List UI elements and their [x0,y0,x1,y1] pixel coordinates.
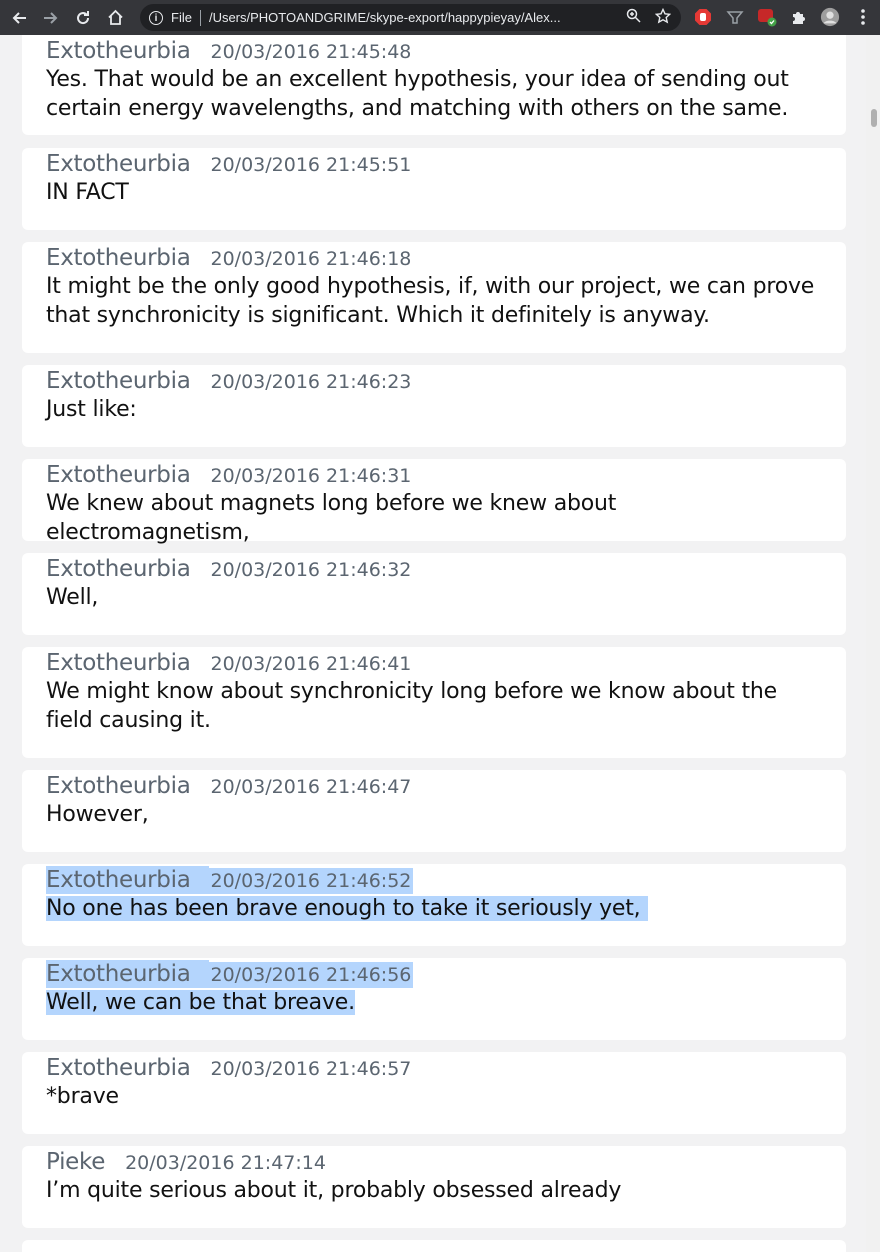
message-timestamp: 20/03/2016 21:46:31 [210,465,412,487]
message-author: Extotheurbia [46,1055,191,1081]
message-card: Extotheurbia 20/03/2016 21:45:48 Yes. Th… [22,35,846,135]
message-card: Extotheurbia 20/03/2016 21:46:31 We knew… [22,459,846,545]
message-author: Extotheurbia [46,650,191,676]
message-timestamp: 20/03/2016 21:46:47 [210,776,412,798]
message-card: Extotheurbia 20/03/2016 21:45:51 IN FACT [22,148,846,230]
message-card: Extotheurbia 20/03/2016 21:46:41 We migh… [22,647,846,758]
message-timestamp: 20/03/2016 21:47:14 [125,1152,326,1174]
address-divider [199,9,201,26]
message-card-selected: Extotheurbia 20/03/2016 21:46:56 Well, w… [22,958,846,1040]
page-scrollbar[interactable] [866,35,880,1252]
message-author: Extotheurbia [46,245,191,271]
message-timestamp: 20/03/2016 21:46:23 [210,371,412,393]
back-arrow-icon[interactable] [6,5,32,31]
message-card [22,1240,846,1252]
message-author: Extotheurbia [46,368,191,394]
message-text: I’m quite serious about it, probably obs… [46,1178,622,1203]
address-bar[interactable]: i File /Users/PHOTOANDGRIME/skype-export… [140,4,681,31]
message-timestamp: 20/03/2016 21:46:57 [210,1058,412,1080]
message-timestamp: 20/03/2016 21:46:41 [210,653,412,675]
message-card-selected: Extotheurbia 20/03/2016 21:46:52 No one … [22,864,846,946]
zoom-icon[interactable] [626,8,641,27]
message-list: Extotheurbia 20/03/2016 21:45:48 Yes. Th… [0,35,880,1252]
message-author: Extotheurbia [46,151,191,177]
message-card: Pieke 20/03/2016 21:47:14 I’m quite seri… [22,1146,846,1228]
message-author: Pieke [46,1149,106,1175]
message-timestamp: 20/03/2016 21:45:51 [210,154,412,176]
message-card: Extotheurbia 20/03/2016 21:46:32 Well, [22,553,846,635]
bookmark-star-icon[interactable] [654,7,672,28]
badge-extension-icon[interactable] [757,7,777,27]
puzzle-extensions-icon[interactable] [789,7,809,27]
message-author: Extotheurbia [46,462,191,488]
message-text: However, [46,802,149,827]
message-text: *brave [46,1084,119,1109]
profile-avatar-icon[interactable] [820,7,840,27]
message-text: It might be the only good hypothesis, if… [46,274,815,328]
message-text: IN FACT [46,180,129,205]
home-icon[interactable] [102,5,128,31]
message-card: Extotheurbia 20/03/2016 21:46:23 Just li… [22,365,846,447]
message-timestamp: 20/03/2016 21:46:56 [208,962,414,988]
message-text: Well, [46,585,99,610]
adblock-extension-icon[interactable] [693,7,713,27]
info-icon[interactable]: i [149,10,163,25]
reload-icon[interactable] [70,5,96,31]
message-text: We might know about synchronicity long b… [46,679,777,733]
message-card: Extotheurbia 20/03/2016 21:46:57 *brave [22,1052,846,1134]
forward-arrow-icon[interactable] [38,5,64,31]
message-card: Extotheurbia 20/03/2016 21:46:47 However… [22,770,846,852]
message-text: Yes. That would be an excellent hypothes… [46,67,789,121]
message-author: Extotheurbia [46,866,209,894]
message-card: Extotheurbia 20/03/2016 21:46:18 It migh… [22,242,846,353]
filter-extension-icon[interactable] [725,7,745,27]
message-author: Extotheurbia [46,556,191,582]
message-timestamp: 20/03/2016 21:46:52 [208,868,414,894]
message-author: Extotheurbia [46,773,191,799]
url-text[interactable]: /Users/PHOTOANDGRIME/skype-export/happyp… [209,10,609,25]
message-text: We knew about magnets long before we kne… [46,491,617,545]
message-text: Just like: [46,397,137,422]
message-timestamp: 20/03/2016 21:45:48 [210,41,412,63]
message-timestamp: 20/03/2016 21:46:32 [210,559,412,581]
message-text: No one has been brave enough to take it … [46,896,649,921]
message-timestamp: 20/03/2016 21:46:18 [210,248,412,270]
message-text: Well, we can be that breave. [46,990,355,1015]
message-author: Extotheurbia [46,960,209,988]
scrollbar-thumb[interactable] [871,109,877,127]
menu-kebab-icon[interactable] [853,7,873,27]
file-label: File [171,10,192,25]
message-author: Extotheurbia [46,38,191,64]
